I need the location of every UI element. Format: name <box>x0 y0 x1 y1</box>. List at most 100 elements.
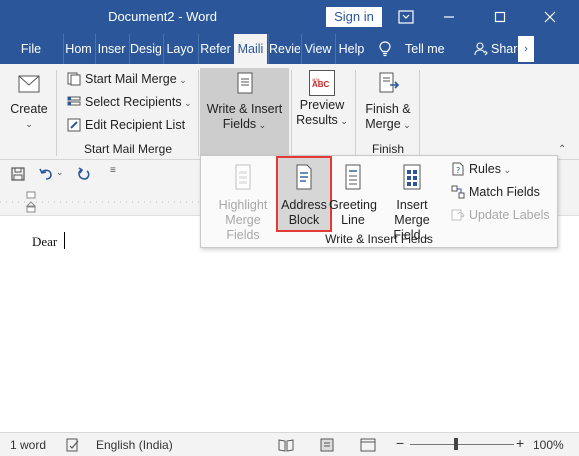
select-recipients-button[interactable]: Select Recipients ⌄ <box>67 92 192 112</box>
tab-layout[interactable]: Layo <box>163 34 196 64</box>
write-insert-fields-button[interactable]: Write & Insert Fields ⌄ <box>200 70 289 133</box>
svg-text:?: ? <box>456 166 460 175</box>
edit-recipient-list-label: Edit Recipient List <box>85 118 186 132</box>
rules-label: Rules <box>469 162 501 176</box>
status-bar: 1 word English (India) − + 100% <box>0 432 579 456</box>
match-fields-button[interactable]: Match Fields <box>451 181 540 203</box>
finish-merge-button[interactable]: Finish & Merge ⌄ <box>360 70 416 133</box>
save-icon[interactable] <box>10 166 26 182</box>
share-person-icon <box>474 42 488 56</box>
finish-label-line1: Finish & <box>365 102 411 116</box>
group-divider <box>355 70 356 156</box>
title-bar: Document2 - Word Sign in <box>0 0 579 34</box>
ribbon: Create ⌄ Start Mail Merge ⌄ Select Recip… <box>0 64 579 160</box>
first-line-indent-marker <box>26 191 36 199</box>
address-label-line2: Block <box>288 213 320 227</box>
write-insert-fields-group-label: Write & Insert Fields <box>325 232 433 246</box>
tab-file[interactable]: File <box>12 34 50 64</box>
write-insert-label-line1: Write & Insert <box>206 102 283 116</box>
sign-in-button[interactable]: Sign in <box>326 7 382 27</box>
insert-merge-field-icon <box>403 164 421 190</box>
undo-icon[interactable] <box>38 166 54 182</box>
greeting-line-icon <box>345 164 361 190</box>
customize-toolbar-icon[interactable]: ≡ <box>110 165 116 176</box>
preview-label-line1: Preview <box>299 98 345 112</box>
document-canvas[interactable]: Dear <box>0 216 579 432</box>
tab-view[interactable]: View <box>301 34 334 64</box>
tab-scroll-right-icon[interactable]: › <box>518 36 534 62</box>
hanging-indent-marker <box>25 201 37 207</box>
group-divider <box>291 70 292 156</box>
recipients-icon <box>67 96 81 106</box>
tab-insert[interactable]: Inser <box>95 34 127 64</box>
proofing-icon[interactable] <box>66 438 80 452</box>
tab-mailings[interactable]: Maili <box>234 34 267 64</box>
zoom-level[interactable]: 100% <box>533 438 564 452</box>
document-text[interactable]: Dear <box>32 234 57 250</box>
highlight-merge-fields-button[interactable]: Highlight Merge Fields <box>211 162 275 243</box>
undo-dropdown-icon[interactable]: ⌄ <box>56 167 64 178</box>
maximize-icon[interactable] <box>488 5 512 29</box>
finish-merge-icon <box>379 72 400 93</box>
tab-review[interactable]: Revie <box>268 34 300 64</box>
edit-list-icon <box>67 118 81 132</box>
word-count[interactable]: 1 word <box>10 438 46 452</box>
rules-button[interactable]: ? Rules ⌄ <box>451 158 511 180</box>
zoom-slider[interactable] <box>410 444 514 445</box>
zoom-slider-thumb[interactable] <box>454 438 458 450</box>
preview-results-button[interactable]: ABC «» Preview Results ⌄ <box>293 70 351 129</box>
greeting-label-line1: Greeting <box>329 198 377 212</box>
write-insert-label-line2: Fields <box>222 117 257 131</box>
mail-merge-icon <box>67 72 81 86</box>
highlight-fields-icon <box>235 164 251 190</box>
address-block-button[interactable]: Address Block <box>278 162 330 228</box>
chevron-down-icon: ⌄ <box>25 119 33 129</box>
print-layout-icon[interactable] <box>320 438 334 452</box>
preview-abc-icon: ABC «» <box>309 70 335 96</box>
create-button[interactable]: Create ⌄ <box>6 70 52 132</box>
repeat-icon[interactable] <box>76 166 92 182</box>
envelope-icon <box>18 75 40 93</box>
match-fields-icon <box>451 185 465 199</box>
tab-design[interactable]: Desig <box>129 34 161 64</box>
update-labels-label: Update Labels <box>469 208 550 222</box>
text-cursor <box>64 232 65 249</box>
preview-label-line2: Results <box>296 113 338 127</box>
group-divider <box>419 70 420 156</box>
read-mode-icon[interactable] <box>278 438 294 452</box>
start-mail-merge-button[interactable]: Start Mail Merge ⌄ <box>67 69 187 89</box>
match-fields-label: Match Fields <box>469 185 540 199</box>
highlight-label-line1: Highlight <box>218 198 268 212</box>
collapse-ribbon-icon[interactable]: ⌃ <box>558 144 566 155</box>
web-layout-icon[interactable] <box>360 438 376 452</box>
address-label-line1: Address <box>281 198 327 212</box>
zoom-out-icon[interactable]: − <box>396 435 404 451</box>
ribbon-tab-bar: File Hom Inser Desig Layo Refer Maili Re… <box>0 34 579 64</box>
select-recipients-label: Select Recipients <box>85 95 182 109</box>
start-mail-merge-group-label: Start Mail Merge <box>83 142 173 156</box>
tab-references[interactable]: Refer <box>198 34 232 64</box>
edit-recipient-list-button[interactable]: Edit Recipient List <box>67 115 185 135</box>
write-insert-fields-panel: Highlight Merge Fields Address Block Gre… <box>200 155 558 248</box>
tell-me-search[interactable]: Tell me <box>405 34 445 64</box>
tab-help[interactable]: Help <box>335 34 367 64</box>
address-block-icon <box>296 164 312 190</box>
greeting-line-button[interactable]: Greeting Line <box>329 162 377 228</box>
ribbon-display-options-icon[interactable] <box>394 5 418 29</box>
start-mail-merge-label: Start Mail Merge <box>85 72 177 86</box>
minimize-icon[interactable] <box>437 5 461 29</box>
insert-merge-label-line1: Insert Merge <box>394 198 430 227</box>
lightbulb-icon <box>379 41 391 57</box>
close-icon[interactable] <box>538 5 562 29</box>
tab-home[interactable]: Hom <box>63 34 93 64</box>
document-fields-icon <box>237 72 252 94</box>
update-labels-icon <box>451 209 465 221</box>
group-divider <box>56 70 57 156</box>
finish-group-label: Finish <box>371 142 404 156</box>
create-label: Create <box>10 102 48 116</box>
update-labels-button[interactable]: Update Labels <box>451 204 550 226</box>
language-indicator[interactable]: English (India) <box>96 438 173 452</box>
window-title: Document2 - Word <box>108 9 217 24</box>
rules-icon: ? <box>452 162 464 176</box>
zoom-in-icon[interactable]: + <box>516 435 524 451</box>
